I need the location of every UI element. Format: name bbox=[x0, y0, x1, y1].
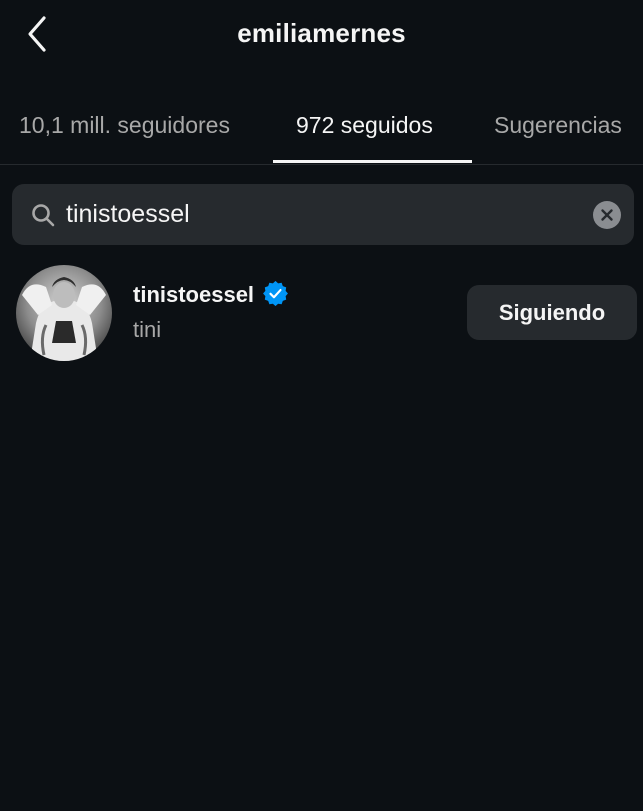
search-bar[interactable] bbox=[12, 184, 634, 245]
following-list-screen: emiliamernes 10,1 mill. seguidores 972 s… bbox=[0, 0, 643, 811]
list-item[interactable]: tinistoessel tini Siguiendo bbox=[0, 262, 643, 362]
tab-bar: 10,1 mill. seguidores 972 seguidos Suger… bbox=[0, 100, 643, 165]
tab-followers[interactable]: 10,1 mill. seguidores bbox=[19, 112, 230, 139]
avatar[interactable] bbox=[16, 265, 112, 361]
search-input[interactable] bbox=[66, 194, 566, 234]
search-icon bbox=[32, 204, 55, 227]
full-name: tini bbox=[133, 317, 162, 342]
username[interactable]: tinistoessel bbox=[133, 282, 254, 307]
following-button[interactable]: Siguiendo bbox=[467, 285, 637, 340]
tab-suggestions[interactable]: Sugerencias bbox=[494, 112, 622, 139]
clear-icon[interactable] bbox=[593, 201, 621, 229]
active-tab-indicator bbox=[273, 160, 472, 163]
verified-badge-icon bbox=[262, 280, 288, 306]
username-line: tinistoessel bbox=[133, 280, 288, 312]
avatar-image bbox=[16, 265, 112, 361]
page-title: emiliamernes bbox=[237, 18, 406, 48]
tab-following[interactable]: 972 seguidos bbox=[296, 112, 433, 139]
top-bar: emiliamernes bbox=[0, 0, 643, 70]
